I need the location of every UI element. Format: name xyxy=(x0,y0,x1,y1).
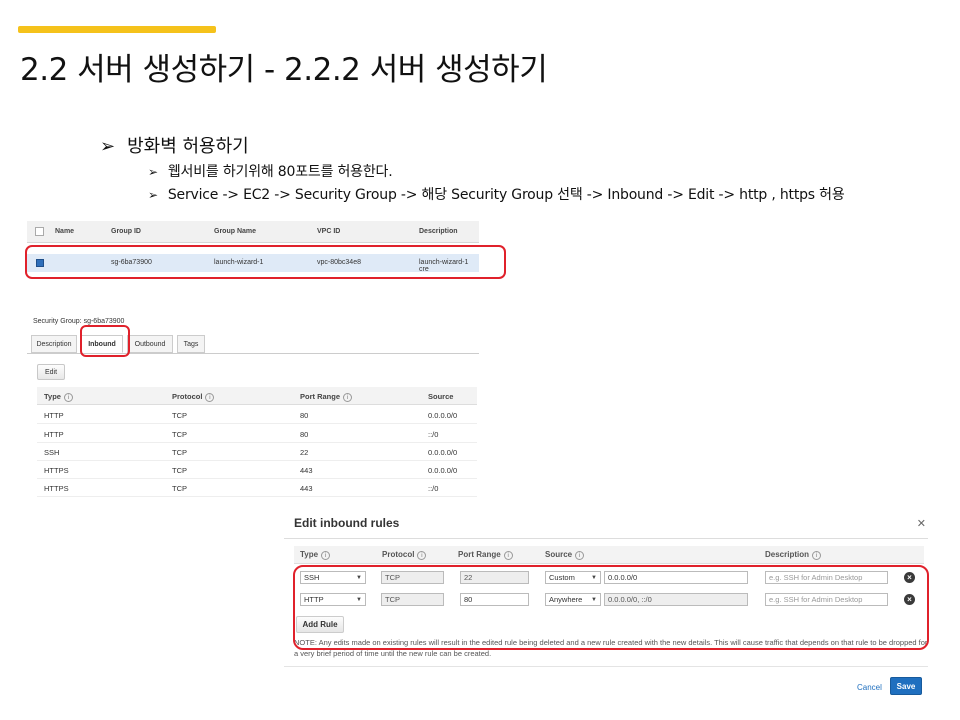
col-name[interactable]: Name xyxy=(55,228,74,235)
col-type: Type i xyxy=(300,550,331,560)
edit-button[interactable]: Edit xyxy=(37,364,65,380)
col-group-id[interactable]: Group ID xyxy=(111,228,141,235)
info-icon: i xyxy=(343,393,353,402)
bullet-arrow-icon: ➢ xyxy=(148,165,158,179)
table-row: HTTP TCP 80 0.0.0.0/0 xyxy=(37,406,477,424)
col-port-range: Port Range i xyxy=(300,392,353,402)
info-icon: i xyxy=(63,393,73,402)
tab-outbound[interactable]: Outbound xyxy=(127,335,173,353)
cell-port: 443 xyxy=(300,484,313,493)
highlight-selected-row xyxy=(25,245,506,279)
bullet-text: Service -> EC2 -> Security Group -> 해당 S… xyxy=(167,187,845,203)
bullet-text: 웹서비를 하기위해 80포트를 허용한다. xyxy=(167,164,393,180)
rules-table-header: Type i Protocol i Port Range i Source i Desc… xyxy=(294,546,924,564)
bullet-port-80: ➢ 웹서비를 하기위해 80포트를 허용한다. xyxy=(148,161,393,181)
cell-source: ::/0 xyxy=(428,484,439,493)
cell-protocol: TCP xyxy=(172,466,187,475)
col-description: Description i xyxy=(765,550,822,560)
bullet-text: 방화벽 허용하기 xyxy=(127,136,249,157)
bullet-arrow-icon: ➢ xyxy=(100,136,116,157)
info-icon: i xyxy=(575,551,585,560)
cell-protocol: TCP xyxy=(172,430,187,439)
cell-port: 443 xyxy=(300,466,313,475)
cancel-button[interactable]: Cancel xyxy=(857,683,882,692)
table-row: HTTPS TCP 443 ::/0 xyxy=(37,479,477,497)
cell-port: 80 xyxy=(300,430,309,439)
info-icon: i xyxy=(812,551,822,560)
tab-tags[interactable]: Tags xyxy=(177,335,205,353)
tab-description[interactable]: Description xyxy=(31,335,77,353)
cell-type: HTTPS xyxy=(44,466,69,475)
close-icon[interactable]: ✕ xyxy=(917,517,926,530)
divider xyxy=(284,666,928,667)
col-source: Source i xyxy=(545,550,585,560)
modal-title: Edit inbound rules xyxy=(294,516,400,530)
cell-port: 22 xyxy=(300,448,309,457)
cell-port: 80 xyxy=(300,411,309,420)
cell-protocol: TCP xyxy=(172,484,187,493)
bullet-arrow-icon: ➢ xyxy=(148,188,158,202)
highlight-rule-rows xyxy=(293,565,929,650)
bullet-firewall: ➢ 방화벽 허용하기 xyxy=(100,132,249,158)
security-group-label: Security Group: sg-6ba73900 xyxy=(33,318,125,325)
save-button[interactable]: Save xyxy=(890,677,922,695)
title-accent-bar xyxy=(18,26,216,33)
cell-source: 0.0.0.0/0 xyxy=(428,466,458,475)
info-icon: i xyxy=(205,393,215,402)
cell-source: 0.0.0.0/0 xyxy=(428,448,458,457)
info-icon: i xyxy=(417,551,427,560)
cell-source: ::/0 xyxy=(428,430,439,439)
sg-table-header: Name Group ID Group Name VPC ID Descript… xyxy=(27,221,479,243)
col-vpc-id[interactable]: VPC ID xyxy=(317,228,340,235)
cell-type: SSH xyxy=(44,448,60,457)
cell-protocol: TCP xyxy=(172,411,187,420)
slide-title: 2.2 서버 생성하기 - 2.2.2 서버 생성하기 xyxy=(20,52,548,88)
cell-type: HTTP xyxy=(44,411,64,420)
divider xyxy=(284,538,928,539)
info-icon: i xyxy=(321,551,331,560)
info-icon: i xyxy=(503,551,513,560)
table-row: HTTP TCP 80 ::/0 xyxy=(37,425,477,443)
col-source: Source xyxy=(428,392,454,401)
cell-protocol: TCP xyxy=(172,448,187,457)
cell-type: HTTP xyxy=(44,430,64,439)
cell-source: 0.0.0.0/0 xyxy=(428,411,458,420)
table-row: SSH TCP 22 0.0.0.0/0 xyxy=(37,443,477,461)
col-description[interactable]: Description xyxy=(419,228,458,235)
col-group-name[interactable]: Group Name xyxy=(214,228,256,235)
col-port-range: Port Range i xyxy=(458,550,513,560)
col-protocol: Protocol i xyxy=(172,392,215,402)
col-type: Type i xyxy=(44,392,73,402)
highlight-inbound-tab xyxy=(80,325,130,357)
inbound-table-header: Type i Protocol i Port Range i Source xyxy=(37,387,477,405)
table-row: HTTPS TCP 443 0.0.0.0/0 xyxy=(37,461,477,479)
col-protocol: Protocol i xyxy=(382,550,427,560)
bullet-path: ➢ Service -> EC2 -> Security Group -> 해당 … xyxy=(148,184,845,204)
cell-type: HTTPS xyxy=(44,484,69,493)
select-all-checkbox[interactable] xyxy=(35,227,44,236)
